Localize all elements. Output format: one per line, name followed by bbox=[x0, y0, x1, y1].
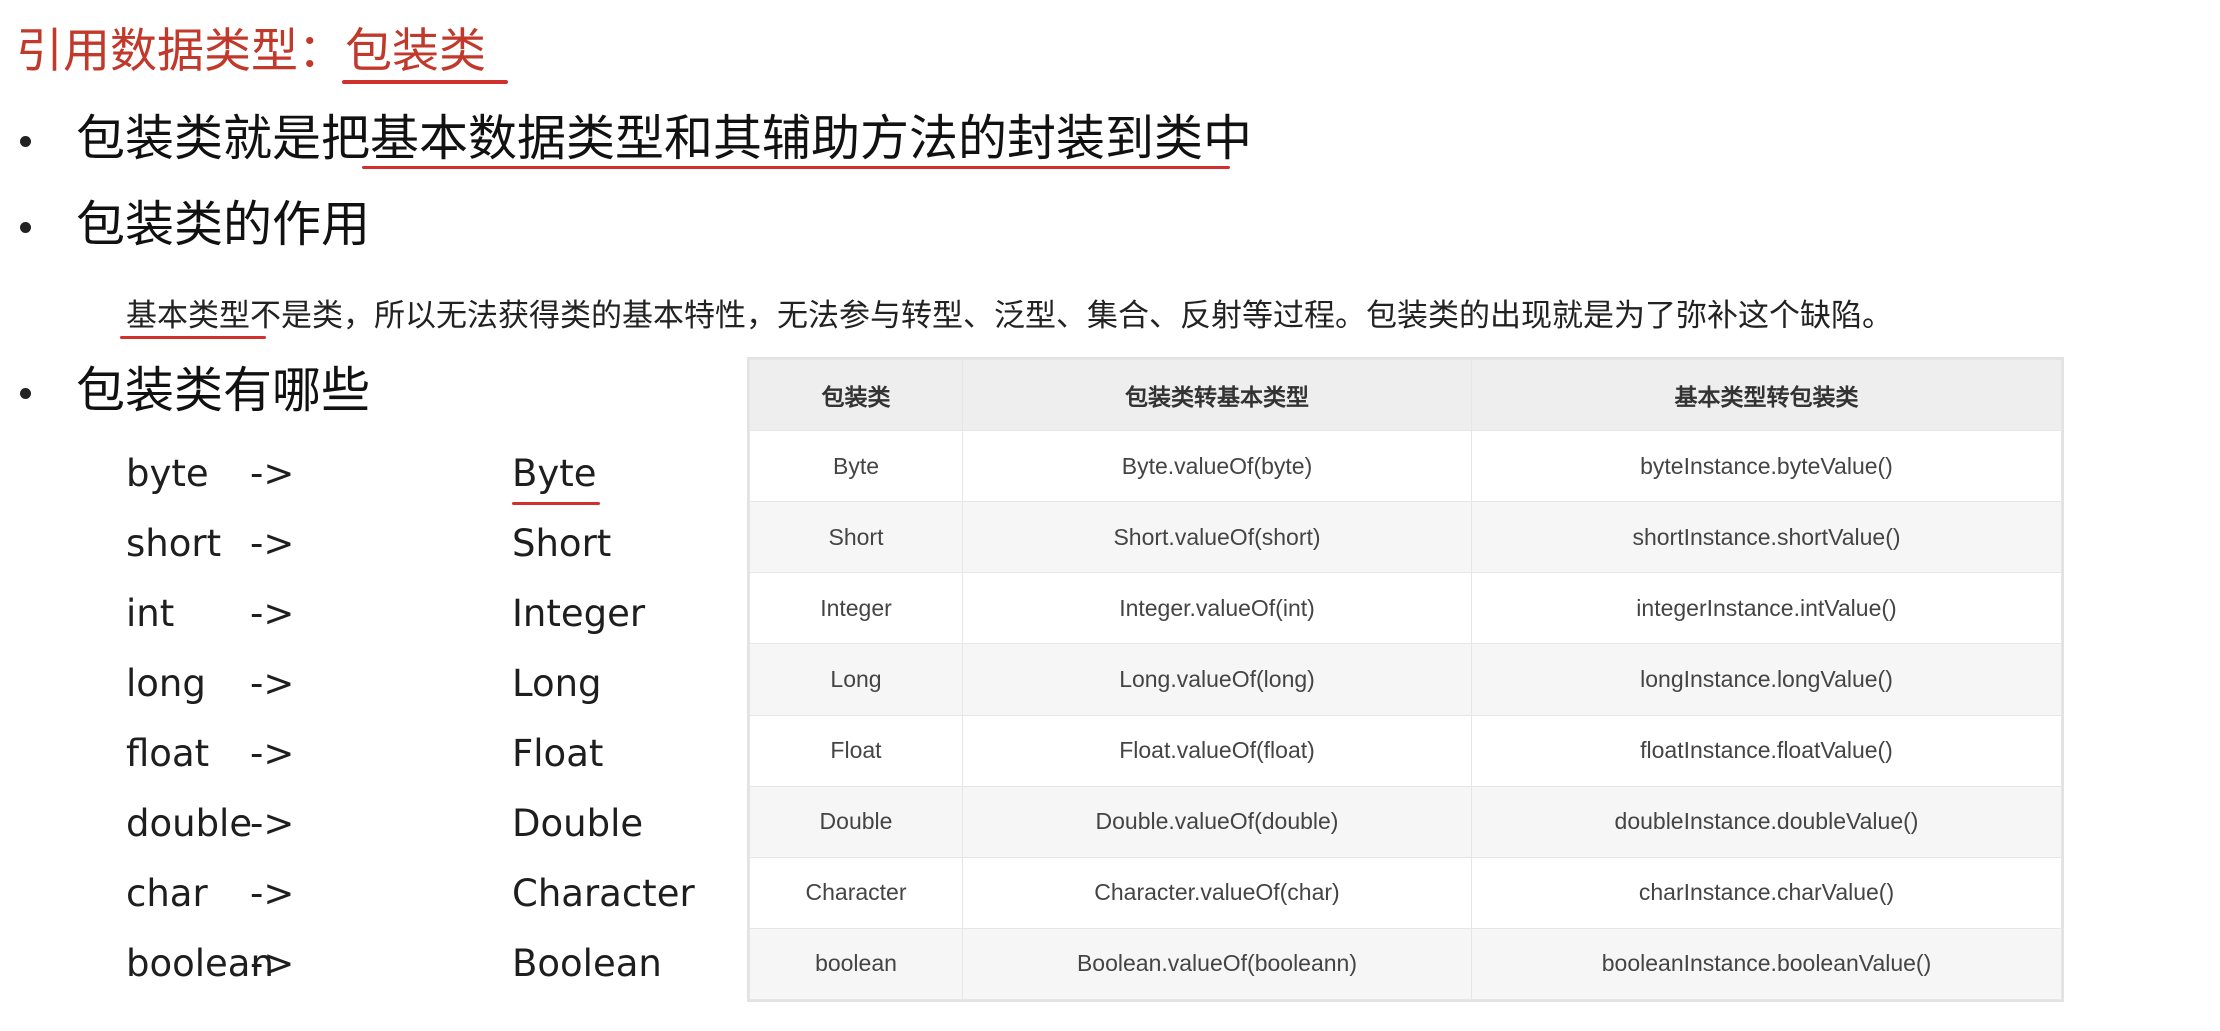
bullet-wrapper-list: 包装类有哪些 bbox=[76, 362, 371, 419]
table-cell: Byte bbox=[749, 429, 963, 503]
table-cell: Double.valueOf(double) bbox=[962, 785, 1472, 858]
mapping-primitive: int bbox=[126, 592, 175, 635]
table-cell: Long bbox=[749, 643, 963, 716]
mapping-primitive: float bbox=[126, 732, 210, 775]
annotation-underline bbox=[512, 502, 600, 505]
table-cell: Integer.valueOf(int) bbox=[962, 572, 1472, 645]
mapping-primitive: long bbox=[126, 662, 206, 705]
table-row: Character Character.valueOf(char) charIn… bbox=[749, 856, 2062, 929]
mapping-wrapper: Integer bbox=[512, 592, 646, 635]
mapping-arrow: -> bbox=[250, 522, 295, 565]
table-row: Integer Integer.valueOf(int) integerInst… bbox=[749, 572, 2062, 645]
mapping-wrapper: Character bbox=[512, 872, 695, 915]
annotation-underline bbox=[120, 336, 266, 339]
bullet-dot bbox=[20, 388, 31, 399]
table-cell: booleanInstance.booleanValue() bbox=[1471, 927, 2062, 1001]
table-header-cell: 包装类转基本类型 bbox=[962, 359, 1472, 431]
mapping-wrapper: Short bbox=[512, 522, 612, 565]
bullet-dot bbox=[20, 222, 31, 233]
table-cell: Short bbox=[749, 501, 963, 574]
table-cell: integerInstance.intValue() bbox=[1471, 572, 2062, 645]
table-row: Byte Byte.valueOf(byte) byteInstance.byt… bbox=[749, 429, 2062, 503]
page-title: 引用数据类型：包装类 bbox=[16, 24, 486, 79]
mapping-wrapper: Byte bbox=[512, 452, 597, 495]
table-cell: Boolean.valueOf(booleann) bbox=[962, 927, 1472, 1001]
mapping-primitive: double bbox=[126, 802, 253, 845]
mapping-arrow: -> bbox=[250, 452, 295, 495]
table-cell: Short.valueOf(short) bbox=[962, 501, 1472, 574]
table-header-cell: 基本类型转包装类 bbox=[1471, 359, 2062, 431]
table-row: Short Short.valueOf(short) shortInstance… bbox=[749, 501, 2062, 574]
mapping-wrapper: Double bbox=[512, 802, 644, 845]
table-header-row: 包装类 包装类转基本类型 基本类型转包装类 bbox=[749, 359, 2062, 431]
title-underline bbox=[342, 80, 508, 84]
bullet-dot bbox=[20, 136, 31, 147]
table-cell: Character bbox=[749, 856, 963, 929]
table-cell: byteInstance.byteValue() bbox=[1471, 429, 2062, 503]
table-cell: Float bbox=[749, 714, 963, 787]
mapping-arrow: -> bbox=[250, 732, 295, 775]
wrapper-class-table: 包装类 包装类转基本类型 基本类型转包装类 Byte Byte.valueOf(… bbox=[747, 357, 2064, 1002]
mapping-primitive: byte bbox=[126, 452, 209, 495]
table-row: boolean Boolean.valueOf(booleann) boolea… bbox=[749, 927, 2062, 1001]
table-row: Long Long.valueOf(long) longInstance.lon… bbox=[749, 643, 2062, 716]
table-cell: Integer bbox=[749, 572, 963, 645]
table-cell: Character.valueOf(char) bbox=[962, 856, 1472, 929]
table-row: Float Float.valueOf(float) floatInstance… bbox=[749, 714, 2062, 787]
mapping-wrapper: Long bbox=[512, 662, 602, 705]
mapping-arrow: -> bbox=[250, 942, 295, 985]
bullet-wrapper-purpose: 包装类的作用 bbox=[76, 196, 371, 253]
table-cell: Double bbox=[749, 785, 963, 858]
table-cell: doubleInstance.doubleValue() bbox=[1471, 785, 2062, 858]
mapping-wrapper: Float bbox=[512, 732, 604, 775]
mapping-arrow: -> bbox=[250, 662, 295, 705]
table-cell: Float.valueOf(float) bbox=[962, 714, 1472, 787]
mapping-primitive: short bbox=[126, 522, 222, 565]
mapping-arrow: -> bbox=[250, 872, 295, 915]
mapping-arrow: -> bbox=[250, 592, 295, 635]
bullet-wrapper-definition: 包装类就是把基本数据类型和其辅助方法的封装到类中 bbox=[76, 110, 1253, 167]
table-cell: Byte.valueOf(byte) bbox=[962, 429, 1472, 503]
table-row: Double Double.valueOf(double) doubleInst… bbox=[749, 785, 2062, 858]
table-cell: charInstance.charValue() bbox=[1471, 856, 2062, 929]
mapping-arrow: -> bbox=[250, 802, 295, 845]
table-cell: shortInstance.shortValue() bbox=[1471, 501, 2062, 574]
annotation-underline bbox=[362, 166, 1230, 169]
table-cell: Long.valueOf(long) bbox=[962, 643, 1472, 716]
mapping-wrapper: Boolean bbox=[512, 942, 662, 985]
table-header-cell: 包装类 bbox=[749, 359, 963, 431]
table-cell: floatInstance.floatValue() bbox=[1471, 714, 2062, 787]
table-cell: longInstance.longValue() bbox=[1471, 643, 2062, 716]
purpose-description: 基本类型不是类，所以无法获得类的基本特性，无法参与转型、泛型、集合、反射等过程。… bbox=[126, 298, 1893, 334]
table-cell: boolean bbox=[749, 927, 963, 1001]
mapping-primitive: char bbox=[126, 872, 208, 915]
